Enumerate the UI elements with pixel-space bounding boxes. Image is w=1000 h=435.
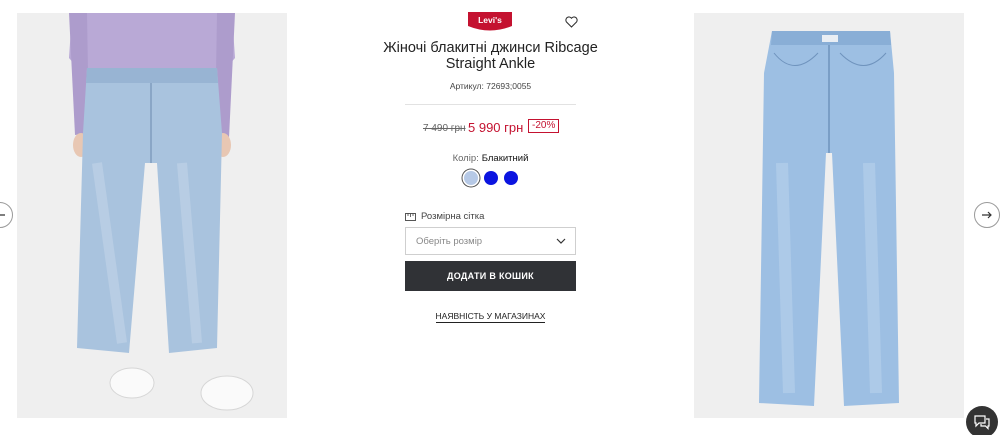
size-guide-link[interactable]: Розмірна сітка [405,211,484,222]
product-sku: Артикул: 72693;0055 [449,81,532,91]
current-price: 5 990 грн [468,120,524,135]
previous-image-button[interactable] [0,202,13,228]
product-photo-model [17,13,287,418]
ruler-icon [405,212,416,221]
old-price: 7 490 грн [423,123,466,134]
chat-button[interactable] [966,406,998,435]
color-swatch-blue-2[interactable] [504,171,518,185]
color-value: Блакитний [481,153,529,164]
color-swatch-light-blue[interactable] [464,171,478,185]
next-image-button[interactable] [974,202,1000,228]
color-swatches [464,171,518,185]
discount-badge: -20% [528,119,560,133]
arrow-right-icon [982,211,992,219]
add-to-cart-button[interactable]: ДОДАТИ В КОШИК [405,261,576,291]
levis-logo[interactable]: Levi's [468,12,512,32]
color-label: Колір: [452,153,479,164]
divider [405,104,576,105]
levis-logo-text: Levi's [478,15,502,25]
model-photo-illustration [17,13,287,418]
chat-icon [974,415,990,430]
product-title: Жіночі блакитні джинси Ribcage Straight … [383,40,598,72]
flat-photo-illustration [694,13,964,418]
arrow-left-icon [0,214,5,216]
chevron-down-icon [556,238,566,244]
store-availability-label: НАЯВНІСТЬ У МАГАЗИНАХ [435,311,546,323]
size-select[interactable]: Оберіть розмір [405,227,576,255]
color-row: Колір: Блакитний [405,153,576,164]
size-guide-label: Розмірна сітка [421,211,485,222]
color-swatch-blue[interactable] [484,171,498,185]
product-photo-flat [694,13,964,418]
size-select-placeholder: Оберіть розмір [416,235,483,247]
store-availability-link[interactable]: НАЯВНІСТЬ У МАГАЗИНАХ [405,311,576,323]
heart-icon[interactable] [565,16,578,28]
